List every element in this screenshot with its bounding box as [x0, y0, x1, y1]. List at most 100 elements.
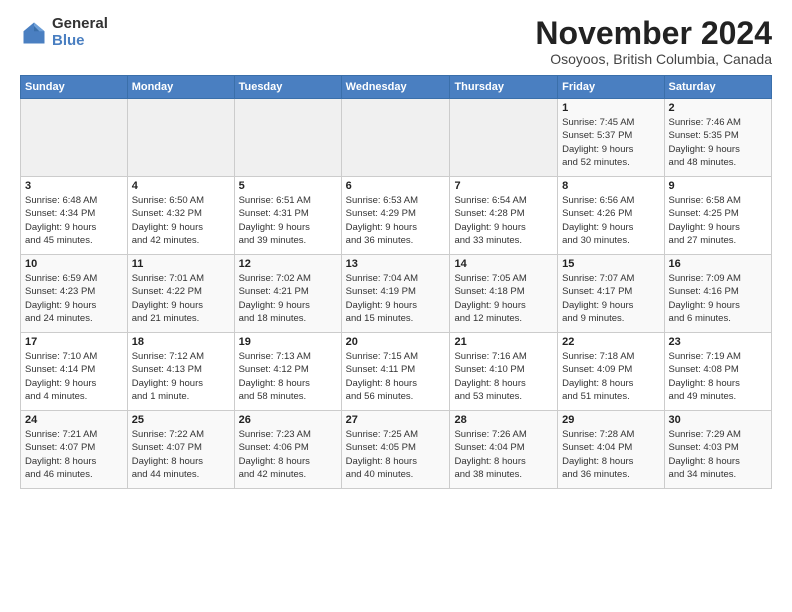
weekday-header-saturday: Saturday	[664, 76, 771, 99]
weekday-header-monday: Monday	[127, 76, 234, 99]
day-number: 6	[346, 180, 446, 192]
day-info: Sunrise: 7:16 AMSunset: 4:10 PMDaylight:…	[454, 350, 553, 403]
logo-text: General Blue	[52, 16, 108, 49]
day-info: Sunrise: 7:45 AMSunset: 5:37 PMDaylight:…	[562, 116, 659, 169]
calendar-week-1: 1 Sunrise: 7:45 AMSunset: 5:37 PMDaylight…	[21, 99, 772, 177]
day-info: Sunrise: 7:10 AMSunset: 4:14 PMDaylight:…	[25, 350, 123, 403]
calendar-cell: 9 Sunrise: 6:58 AMSunset: 4:25 PMDaylight…	[664, 177, 771, 255]
calendar-cell: 13 Sunrise: 7:04 AMSunset: 4:19 PMDayligh…	[341, 255, 450, 333]
day-info: Sunrise: 7:01 AMSunset: 4:22 PMDaylight:…	[132, 272, 230, 325]
day-number: 5	[239, 180, 337, 192]
calendar-cell: 30Sunrise: 7:29 AMSunset: 4:03 PMDayligh…	[664, 411, 771, 489]
calendar-cell: 20 Sunrise: 7:15 AMSunset: 4:11 PMDayligh…	[341, 333, 450, 411]
logo-icon	[20, 19, 48, 47]
day-number: 3	[25, 180, 123, 192]
logo: General Blue	[20, 16, 108, 49]
day-number: 13	[346, 258, 446, 270]
day-number: 9	[669, 180, 767, 192]
day-number: 21	[454, 336, 553, 348]
day-number: 10	[25, 258, 123, 270]
day-info: Sunrise: 6:58 AMSunset: 4:25 PMDaylight:…	[669, 194, 767, 247]
subtitle: Osoyoos, British Columbia, Canada	[535, 51, 772, 67]
calendar-week-2: 3 Sunrise: 6:48 AMSunset: 4:34 PMDaylight…	[21, 177, 772, 255]
day-info: Sunrise: 7:46 AMSunset: 5:35 PMDaylight:…	[669, 116, 767, 169]
calendar-cell: 25 Sunrise: 7:22 AMSunset: 4:07 PMDayligh…	[127, 411, 234, 489]
main-title: November 2024	[535, 16, 772, 51]
day-number: 12	[239, 258, 337, 270]
day-number: 16	[669, 258, 767, 270]
calendar-cell	[127, 99, 234, 177]
day-number: 2	[669, 102, 767, 114]
day-info: Sunrise: 6:56 AMSunset: 4:26 PMDaylight:…	[562, 194, 659, 247]
day-info: Sunrise: 7:21 AMSunset: 4:07 PMDaylight:…	[25, 428, 123, 481]
calendar-cell: 4Sunrise: 6:50 AMSunset: 4:32 PMDaylight…	[127, 177, 234, 255]
calendar-cell: 8 Sunrise: 6:56 AMSunset: 4:26 PMDaylight…	[558, 177, 664, 255]
calendar-cell: 2 Sunrise: 7:46 AMSunset: 5:35 PMDaylight…	[664, 99, 771, 177]
logo-blue-text: Blue	[52, 33, 108, 50]
day-number: 14	[454, 258, 553, 270]
day-info: Sunrise: 7:22 AMSunset: 4:07 PMDaylight:…	[132, 428, 230, 481]
day-info: Sunrise: 7:18 AMSunset: 4:09 PMDaylight:…	[562, 350, 659, 403]
day-number: 25	[132, 414, 230, 426]
weekday-header-thursday: Thursday	[450, 76, 558, 99]
weekday-header-friday: Friday	[558, 76, 664, 99]
calendar-cell: 24 Sunrise: 7:21 AMSunset: 4:07 PMDayligh…	[21, 411, 128, 489]
calendar-cell	[234, 99, 341, 177]
calendar-cell: 16 Sunrise: 7:09 AMSunset: 4:16 PMDayligh…	[664, 255, 771, 333]
day-number: 27	[346, 414, 446, 426]
calendar-cell: 28 Sunrise: 7:26 AMSunset: 4:04 PMDayligh…	[450, 411, 558, 489]
calendar-header: SundayMondayTuesdayWednesdayThursdayFrid…	[21, 76, 772, 99]
day-info: Sunrise: 6:53 AMSunset: 4:29 PMDaylight:…	[346, 194, 446, 247]
day-info: Sunrise: 7:02 AMSunset: 4:21 PMDaylight:…	[239, 272, 337, 325]
day-number: 24	[25, 414, 123, 426]
logo-general-text: General	[52, 16, 108, 33]
day-number: 19	[239, 336, 337, 348]
calendar-cell	[450, 99, 558, 177]
day-number: 26	[239, 414, 337, 426]
day-number: 22	[562, 336, 659, 348]
day-number: 11	[132, 258, 230, 270]
day-info: Sunrise: 7:23 AMSunset: 4:06 PMDaylight:…	[239, 428, 337, 481]
day-number: 29	[562, 414, 659, 426]
calendar-cell: 5Sunrise: 6:51 AMSunset: 4:31 PMDaylight…	[234, 177, 341, 255]
weekday-header-sunday: Sunday	[21, 76, 128, 99]
day-info: Sunrise: 7:07 AMSunset: 4:17 PMDaylight:…	[562, 272, 659, 325]
calendar-cell: 29Sunrise: 7:28 AMSunset: 4:04 PMDayligh…	[558, 411, 664, 489]
day-number: 15	[562, 258, 659, 270]
day-number: 7	[454, 180, 553, 192]
day-info: Sunrise: 7:04 AMSunset: 4:19 PMDaylight:…	[346, 272, 446, 325]
calendar-cell	[341, 99, 450, 177]
calendar-cell: 6 Sunrise: 6:53 AMSunset: 4:29 PMDaylight…	[341, 177, 450, 255]
calendar-cell: 27Sunrise: 7:25 AMSunset: 4:05 PMDayligh…	[341, 411, 450, 489]
day-info: Sunrise: 7:15 AMSunset: 4:11 PMDaylight:…	[346, 350, 446, 403]
calendar-cell: 17 Sunrise: 7:10 AMSunset: 4:14 PMDayligh…	[21, 333, 128, 411]
day-number: 17	[25, 336, 123, 348]
day-number: 1	[562, 102, 659, 114]
day-number: 18	[132, 336, 230, 348]
calendar-cell: 15 Sunrise: 7:07 AMSunset: 4:17 PMDayligh…	[558, 255, 664, 333]
calendar-cell: 14 Sunrise: 7:05 AMSunset: 4:18 PMDayligh…	[450, 255, 558, 333]
day-info: Sunrise: 7:19 AMSunset: 4:08 PMDaylight:…	[669, 350, 767, 403]
calendar-cell: 18 Sunrise: 7:12 AMSunset: 4:13 PMDayligh…	[127, 333, 234, 411]
day-info: Sunrise: 6:59 AMSunset: 4:23 PMDaylight:…	[25, 272, 123, 325]
day-info: Sunrise: 7:09 AMSunset: 4:16 PMDaylight:…	[669, 272, 767, 325]
calendar-cell: 22 Sunrise: 7:18 AMSunset: 4:09 PMDayligh…	[558, 333, 664, 411]
day-number: 20	[346, 336, 446, 348]
day-info: Sunrise: 6:50 AMSunset: 4:32 PMDaylight:…	[132, 194, 230, 247]
day-number: 8	[562, 180, 659, 192]
calendar-week-5: 24 Sunrise: 7:21 AMSunset: 4:07 PMDayligh…	[21, 411, 772, 489]
weekday-header-row: SundayMondayTuesdayWednesdayThursdayFrid…	[21, 76, 772, 99]
day-info: Sunrise: 6:48 AMSunset: 4:34 PMDaylight:…	[25, 194, 123, 247]
calendar-cell: 7Sunrise: 6:54 AMSunset: 4:28 PMDaylight…	[450, 177, 558, 255]
day-info: Sunrise: 7:26 AMSunset: 4:04 PMDaylight:…	[454, 428, 553, 481]
calendar-week-3: 10 Sunrise: 6:59 AMSunset: 4:23 PMDayligh…	[21, 255, 772, 333]
title-block: November 2024 Osoyoos, British Columbia,…	[535, 16, 772, 67]
calendar-cell: 11 Sunrise: 7:01 AMSunset: 4:22 PMDayligh…	[127, 255, 234, 333]
calendar-cell: 23Sunrise: 7:19 AMSunset: 4:08 PMDayligh…	[664, 333, 771, 411]
calendar-cell: 12 Sunrise: 7:02 AMSunset: 4:21 PMDayligh…	[234, 255, 341, 333]
day-number: 28	[454, 414, 553, 426]
page: General Blue November 2024 Osoyoos, Brit…	[0, 0, 792, 612]
day-info: Sunrise: 7:05 AMSunset: 4:18 PMDaylight:…	[454, 272, 553, 325]
calendar-cell: 21 Sunrise: 7:16 AMSunset: 4:10 PMDayligh…	[450, 333, 558, 411]
day-info: Sunrise: 7:12 AMSunset: 4:13 PMDaylight:…	[132, 350, 230, 403]
